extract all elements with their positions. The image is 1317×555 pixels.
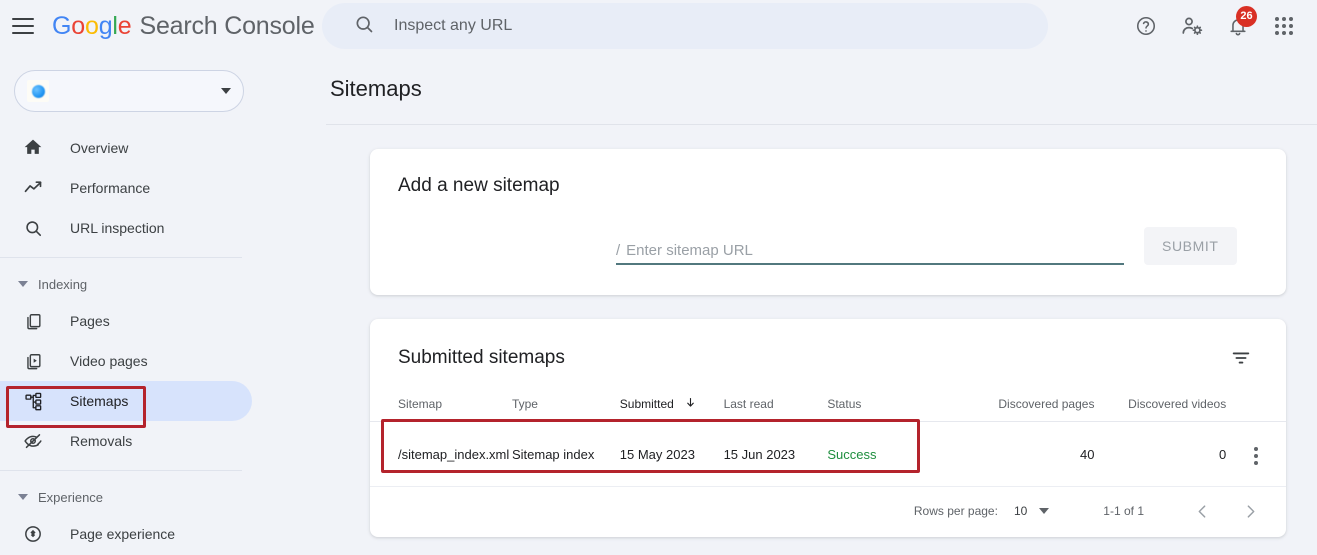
- sidebar-item-video-pages[interactable]: Video pages: [0, 341, 252, 381]
- chevron-down-icon: [1039, 508, 1050, 514]
- top-bar-icons: 26: [1123, 0, 1307, 52]
- sidebar-item-url-inspection[interactable]: URL inspection: [0, 208, 252, 248]
- cell-discovered-videos: 0: [1094, 421, 1227, 487]
- column-header-status[interactable]: Status: [827, 383, 945, 422]
- sitemaps-table: Sitemap Type Submitted Last read Status: [370, 383, 1286, 487]
- google-wordmark: Google: [52, 11, 132, 40]
- cell-actions: [1226, 421, 1286, 487]
- sidebar-item-label: Overview: [70, 140, 129, 156]
- brand-logo: Google Search Console: [52, 12, 315, 41]
- table-header-row: Sitemap Type Submitted Last read Status: [370, 383, 1286, 422]
- sidebar-section-label: Experience: [38, 489, 104, 505]
- hamburger-icon[interactable]: [12, 18, 34, 34]
- column-header-discovered-videos[interactable]: Discovered videos: [1094, 383, 1227, 422]
- bell-icon[interactable]: 26: [1215, 3, 1261, 49]
- sidebar-section-label: Indexing: [38, 276, 88, 292]
- submitted-sitemaps-header: Submitted sitemaps: [370, 319, 1286, 383]
- eye-off-icon: [22, 430, 44, 452]
- sitemaps-table-body: /sitemap_index.xml Sitemap index 15 May …: [370, 421, 1286, 487]
- sidebar-divider: [0, 257, 242, 258]
- table-row[interactable]: /sitemap_index.xml Sitemap index 15 May …: [370, 421, 1286, 487]
- sidebar-item-label: Performance: [70, 180, 151, 196]
- url-prefix: /: [616, 242, 621, 259]
- cell-sitemap[interactable]: /sitemap_index.xml: [370, 421, 512, 487]
- sidebar-item-pages[interactable]: Pages: [0, 301, 252, 341]
- sidebar-item-label: URL inspection: [70, 220, 165, 236]
- cell-submitted: 15 May 2023: [619, 421, 724, 487]
- pages-copy-icon: [22, 310, 44, 332]
- account-tree-icon: [22, 390, 44, 412]
- column-header-sitemap[interactable]: Sitemap: [370, 383, 512, 422]
- column-header-discovered-pages[interactable]: Discovered pages: [944, 383, 1095, 422]
- main-content: Sitemaps Add a new sitemap / SUBMIT Subm…: [258, 52, 1317, 555]
- sidebar-item-page-experience[interactable]: Page experience: [0, 514, 252, 554]
- sitemaps-table-head: Sitemap Type Submitted Last read Status: [370, 383, 1286, 422]
- chevron-left-icon[interactable]: [1192, 501, 1212, 521]
- rows-per-page-label: Rows per page:: [913, 504, 998, 518]
- sidebar-divider: [0, 470, 242, 471]
- cell-last-read: 15 Jun 2023: [723, 421, 828, 487]
- pagination-range: 1-1 of 1: [1103, 504, 1144, 518]
- rows-per-page-select[interactable]: 10: [1014, 504, 1061, 518]
- trending-up-icon: [22, 177, 44, 199]
- more-vert-icon[interactable]: [1244, 443, 1268, 469]
- page-experience-icon: [22, 523, 44, 545]
- pager-controls: [1192, 501, 1260, 521]
- sitemap-url-field[interactable]: /: [616, 242, 1124, 265]
- column-header-type[interactable]: Type: [511, 383, 620, 422]
- sidebar-section-indexing[interactable]: Indexing: [0, 267, 258, 301]
- add-sitemap-card: Add a new sitemap / SUBMIT: [370, 149, 1286, 295]
- search-console-app: Google Search Console Inspect any URL 26…: [0, 0, 1317, 555]
- caret-down-icon: [18, 281, 28, 287]
- sidebar-item-label: Video pages: [70, 353, 148, 369]
- user-settings-icon[interactable]: [1169, 3, 1215, 49]
- search-input[interactable]: [394, 17, 1032, 35]
- chevron-down-icon: [221, 88, 231, 94]
- cell-discovered-pages: 40: [944, 421, 1095, 487]
- page-title: Sitemaps: [330, 76, 422, 101]
- sidebar-item-label: Pages: [70, 313, 110, 329]
- search-icon: [22, 217, 44, 239]
- filter-icon[interactable]: [1224, 341, 1258, 375]
- sidebar-item-label: Sitemaps: [70, 393, 129, 409]
- apps-grid-icon[interactable]: [1261, 3, 1307, 49]
- arrow-down-icon: [685, 397, 696, 411]
- sidebar-section-experience[interactable]: Experience: [0, 480, 258, 514]
- sitemap-url-input[interactable]: [626, 242, 1124, 259]
- sidebar: Overview Performance URL inspection Inde…: [0, 52, 258, 555]
- url-inspect-search[interactable]: [322, 3, 1048, 49]
- top-bar: Google Search Console Inspect any URL 26: [0, 0, 1317, 52]
- column-header-actions: [1226, 383, 1286, 422]
- title-divider: [326, 124, 1317, 125]
- sidebar-item-removals[interactable]: Removals: [0, 421, 252, 461]
- submit-button[interactable]: SUBMIT: [1144, 227, 1237, 265]
- property-selector[interactable]: [14, 70, 244, 112]
- status-badge: Success: [827, 421, 945, 487]
- video-pages-icon: [22, 350, 44, 372]
- submitted-sitemaps-title: Submitted sitemaps: [398, 347, 565, 368]
- search-icon: [354, 14, 374, 39]
- add-sitemap-row: / SUBMIT: [398, 227, 1258, 265]
- add-sitemap-title: Add a new sitemap: [398, 175, 560, 196]
- table-pagination: Rows per page: 10 1-1 of 1: [370, 487, 1286, 537]
- caret-down-icon: [18, 494, 28, 500]
- sidebar-item-label: Removals: [70, 433, 133, 449]
- sidebar-item-sitemaps[interactable]: Sitemaps: [0, 381, 252, 421]
- sidebar-item-performance[interactable]: Performance: [0, 168, 252, 208]
- product-name: Search Console: [139, 11, 315, 40]
- column-header-submitted-label: Submitted: [619, 397, 674, 411]
- submitted-sitemaps-card: Submitted sitemaps Sitemap Type Submitte…: [370, 319, 1286, 537]
- rows-per-page-value: 10: [1013, 504, 1028, 518]
- column-header-submitted[interactable]: Submitted: [619, 383, 724, 422]
- notification-badge: 26: [1236, 6, 1257, 27]
- help-circle-icon[interactable]: [1123, 3, 1169, 49]
- home-icon: [22, 137, 44, 159]
- chevron-right-icon[interactable]: [1240, 501, 1260, 521]
- sidebar-item-overview[interactable]: Overview: [0, 128, 252, 168]
- site-favicon-icon: [27, 80, 49, 102]
- column-header-last-read[interactable]: Last read: [723, 383, 828, 422]
- sidebar-item-label: Page experience: [70, 526, 176, 542]
- cell-type: Sitemap index: [511, 421, 620, 487]
